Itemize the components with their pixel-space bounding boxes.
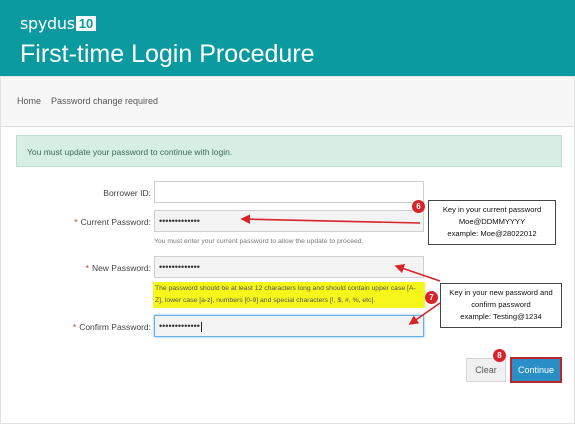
required-marker: * — [85, 263, 89, 273]
password-rules-help: The password should be at least 12 chara… — [153, 282, 425, 308]
breadcrumb-home-link[interactable]: Home — [17, 96, 41, 106]
borrower-id-field[interactable] — [154, 181, 424, 203]
step-8-marker: 8 — [493, 349, 506, 362]
page-title: First-time Login Procedure — [20, 40, 315, 68]
continue-button[interactable]: Continue — [510, 357, 562, 383]
new-password-callout: Key in your new password and confirm pas… — [440, 283, 562, 328]
current-password-field[interactable]: ••••••••••••• — [154, 210, 424, 232]
new-password-label: * New Password: — [85, 263, 151, 273]
confirm-password-label: * Confirm Password: — [72, 322, 151, 332]
current-password-help: You must enter your current password to … — [154, 238, 364, 245]
new-password-field[interactable]: ••••••••••••• — [154, 256, 424, 278]
required-marker: * — [72, 322, 77, 332]
text-cursor — [200, 321, 202, 332]
required-marker: * — [74, 217, 78, 227]
step-7-marker: 7 — [425, 291, 438, 304]
step-6-marker: 6 — [412, 200, 425, 213]
borrower-id-label: Borrower ID: — [103, 188, 151, 198]
current-password-callout: Key in your current password Moe@DDMMYYY… — [428, 200, 556, 245]
confirm-password-field[interactable]: ••••••••••••• — [154, 315, 424, 337]
info-alert: You must update your password to continu… — [16, 135, 562, 167]
brand-name: spydus — [20, 13, 75, 33]
alert-message: You must update your password to continu… — [27, 147, 233, 157]
confirm-password-value: ••••••••••••• — [159, 321, 200, 331]
breadcrumb-current: Password change required — [51, 96, 159, 106]
login-screen: Home Password change required You must u… — [0, 76, 575, 424]
breadcrumb: Home Password change required — [1, 77, 574, 127]
header-banner: spydus 10 First-time Login Procedure — [0, 0, 575, 76]
brand-logo: spydus 10 — [20, 13, 97, 33]
brand-version-badge: 10 — [75, 15, 97, 31]
current-password-label: * Current Password: — [74, 217, 151, 227]
